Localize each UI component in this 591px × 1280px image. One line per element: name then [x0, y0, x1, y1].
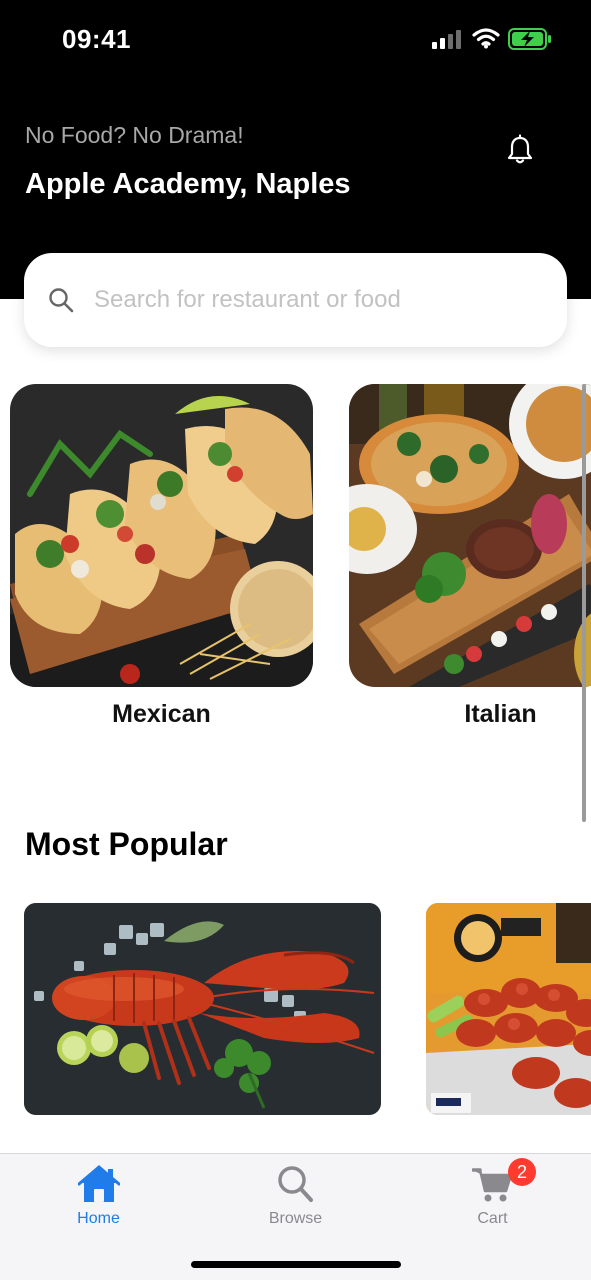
search-icon — [49, 288, 74, 313]
location-title[interactable]: Apple Academy, Naples — [25, 168, 351, 201]
magnifier-icon — [278, 1166, 313, 1202]
tab-browse-label: Browse — [268, 1210, 323, 1227]
status-bar: 09:41 — [0, 0, 591, 80]
category-card-mexican[interactable] — [10, 384, 313, 687]
tagline: No Food? No Drama! — [25, 122, 244, 148]
tab-home[interactable]: Home — [0, 1154, 197, 1244]
popular-card-wings[interactable] — [426, 903, 591, 1115]
search-bar[interactable] — [24, 253, 567, 347]
cellular-signal-icon — [432, 30, 461, 49]
bell-icon[interactable] — [505, 134, 535, 166]
italian-spread-photo — [349, 384, 591, 687]
category-card-italian[interactable] — [349, 384, 591, 687]
popular-card-lobster[interactable] — [24, 903, 381, 1115]
battery-charging-icon — [508, 28, 551, 50]
home-indicator[interactable] — [191, 1261, 401, 1268]
scroll-indicator[interactable] — [582, 384, 586, 822]
app-screen: 09:41 No Food? No Drama! Apple Academy, … — [0, 0, 591, 1280]
category-label-mexican[interactable]: Mexican — [10, 700, 313, 729]
category-label-italian[interactable]: Italian — [349, 700, 591, 729]
tab-cart[interactable]: 2 Cart — [394, 1154, 591, 1244]
house-icon — [78, 1165, 120, 1202]
section-title-most-popular: Most Popular — [25, 826, 228, 862]
search-input[interactable] — [94, 277, 544, 323]
lobster-photo — [24, 903, 381, 1115]
wifi-icon — [472, 28, 500, 49]
tab-home-label: Home — [77, 1210, 120, 1227]
cart-badge: 2 — [508, 1158, 536, 1186]
chicken-wings-photo — [426, 903, 591, 1115]
tacos-photo — [10, 384, 313, 687]
tab-cart-label: Cart — [477, 1210, 508, 1227]
status-time: 09:41 — [62, 24, 131, 54]
tab-browse[interactable]: Browse — [197, 1154, 394, 1244]
